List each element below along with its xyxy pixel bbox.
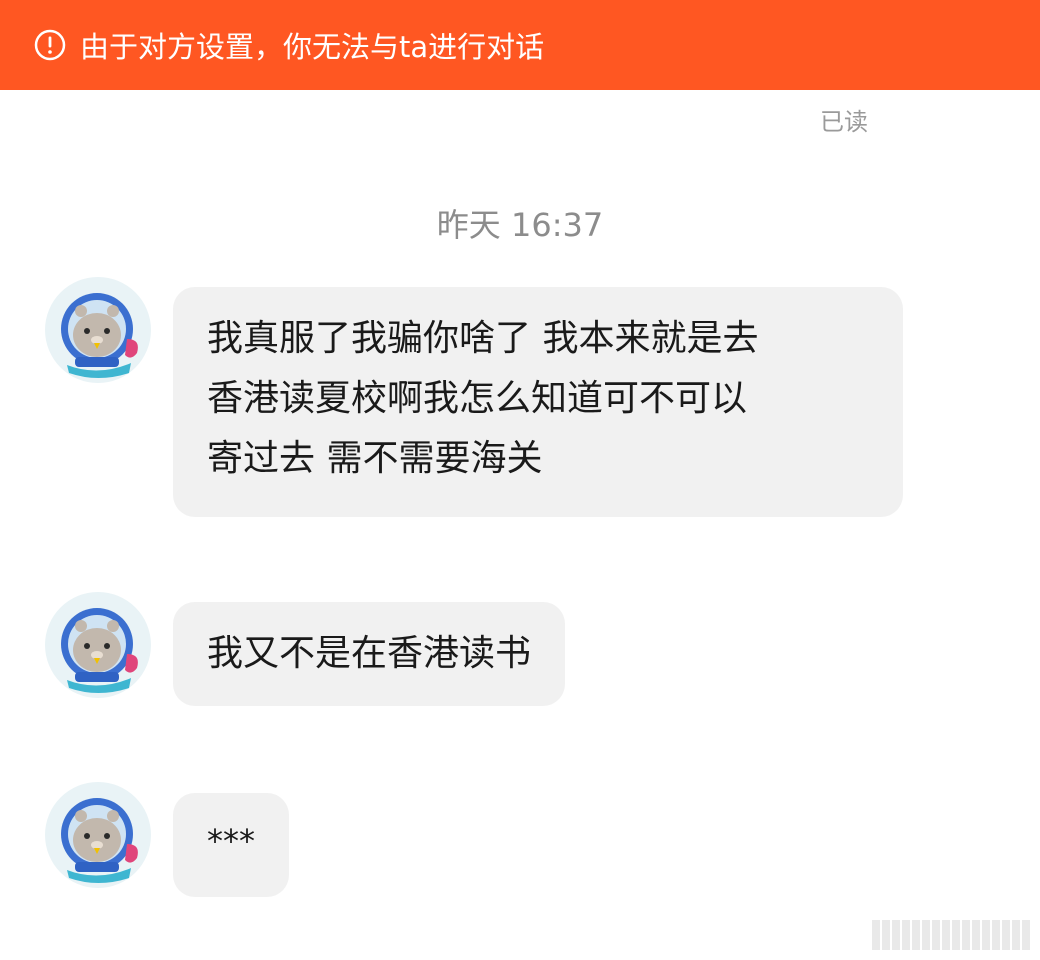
watermark xyxy=(872,920,1030,950)
message-bubble[interactable]: 我真服了我骗你啥了 我本来就是去 香港读夏校啊我怎么知道可不可以 寄过去 需不需… xyxy=(173,287,903,517)
chat-blocked-banner: 由于对方设置，你无法与ta进行对话 xyxy=(0,0,1040,90)
message-timestamp: 昨天 16:37 xyxy=(436,206,604,244)
banner-text: 由于对方设置，你无法与ta进行对话 xyxy=(80,30,545,64)
message-bubble[interactable]: *** xyxy=(173,793,289,897)
message-line: 我真服了我骗你啥了 我本来就是去 xyxy=(207,318,759,359)
read-receipt: 已读 xyxy=(820,108,868,136)
message-text: *** xyxy=(207,822,255,860)
seal-astronaut-avatar-icon[interactable] xyxy=(45,592,151,698)
message-line: 香港读夏校啊我怎么知道可不可以 xyxy=(207,378,748,419)
seal-astronaut-avatar-icon[interactable] xyxy=(45,782,151,888)
message-text: 我又不是在香港读书 xyxy=(207,633,532,674)
alert-circle-icon xyxy=(34,29,66,61)
message-bubble[interactable]: 我又不是在香港读书 xyxy=(173,602,566,706)
message-line: 寄过去 需不需要海关 xyxy=(207,438,543,479)
seal-astronaut-avatar-icon[interactable] xyxy=(45,277,151,383)
